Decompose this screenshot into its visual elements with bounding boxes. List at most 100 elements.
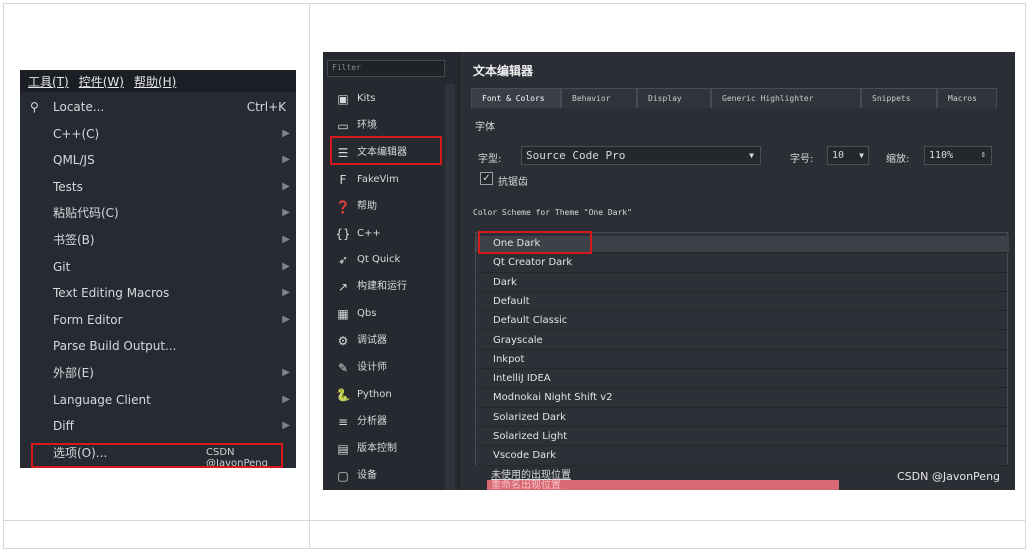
options-dialog: Filter ▣ Kits ▭ 环境 ☰ 文本编辑器 F FakeVim ❓ 帮助{} C++ ➶ Qt…: [323, 52, 1015, 490]
menu-item-label: Text Editing Macros: [53, 286, 170, 301]
sidebar-icon: ✎: [337, 361, 349, 375]
menu-git-item[interactable]: Git ▶: [20, 254, 296, 280]
tab[interactable]: Display: [637, 88, 711, 108]
divider: [309, 3, 310, 549]
menu-form-editor-item[interactable]: Form Editor ▶: [20, 307, 296, 333]
sidebar-item[interactable]: {} C++: [329, 221, 445, 247]
scheme-option[interactable]: Solarized Dark: [476, 408, 1009, 427]
sidebar-item[interactable]: ↗ 构建和运行: [329, 274, 445, 300]
tab[interactable]: Behavior: [561, 88, 637, 108]
sidebar-item[interactable]: F FakeVim: [329, 167, 445, 193]
sidebar-icon: ▭: [337, 118, 349, 133]
sidebar-item-label: 调试器: [357, 335, 387, 347]
font-size-combo[interactable]: 10 ▼: [827, 146, 869, 165]
sidebar-item[interactable]: ▭ 环境: [329, 113, 445, 139]
sidebar-item-label: Kits: [357, 93, 376, 104]
menu-item-label: QML/JS: [53, 153, 95, 168]
menu-item-label: 外部(E): [53, 366, 94, 380]
options-sidebar: Filter ▣ Kits ▭ 环境 ☰ 文本编辑器 F FakeVim ❓ 帮助{} C++ ➶ Qt…: [323, 52, 460, 490]
menu-help[interactable]: 帮助(H): [134, 73, 176, 89]
menu-locate-item[interactable]: ⚲ Locate... Ctrl+K: [20, 94, 296, 120]
highlight-box: [330, 136, 442, 165]
sidebar-item[interactable]: ⚙ 调试器: [329, 328, 445, 354]
rename-occurrence-label: 重命名出现位置: [487, 480, 839, 490]
scheme-option[interactable]: Vscode Dark: [476, 446, 1009, 466]
sidebar-icon: ↗: [337, 280, 349, 295]
sidebar-icon: F: [339, 172, 347, 187]
menu-paste-code-item[interactable]: 粘贴代码(C) ▶: [20, 200, 296, 226]
antialias-checkbox[interactable]: ✓: [480, 172, 493, 185]
submenu-arrow-icon: ▶: [282, 180, 290, 192]
menu-tests-item[interactable]: Tests ▶: [20, 174, 296, 200]
menu-language-client-item[interactable]: Language Client ▶: [20, 387, 296, 413]
sidebar-item-label: 设计师: [357, 362, 387, 373]
menu-text-editing-macros-item[interactable]: Text Editing Macros ▶: [20, 280, 296, 306]
chevron-down-icon: ▼: [749, 151, 754, 160]
sidebar-item[interactable]: ▣ Kits: [329, 86, 445, 112]
sidebar-scrollbar[interactable]: [445, 84, 455, 490]
font-size-value: 10: [832, 150, 845, 161]
zoom-spinbox[interactable]: 110% ⇕: [924, 146, 992, 165]
divider: [3, 520, 309, 521]
font-family-combo[interactable]: Source Code Pro ▼: [521, 146, 761, 165]
scheme-label: Color Scheme for Theme "One Dark": [473, 208, 632, 217]
sidebar-icon: 🐍: [335, 387, 351, 402]
menu-item-label: Form Editor: [53, 312, 123, 327]
scheme-option[interactable]: Inkpot: [476, 350, 1009, 370]
scheme-option[interactable]: Solarized Light: [476, 427, 1009, 447]
scheme-option[interactable]: Modnokai Night Shift v2: [476, 388, 1009, 408]
sidebar-item[interactable]: ▤ 版本控制: [329, 436, 445, 462]
chevron-down-icon: ▼: [859, 151, 864, 160]
menu-tools[interactable]: 工具(T): [28, 73, 69, 89]
sidebar-item-label: 构建和运行: [357, 281, 407, 293]
watermark: CSDN @JavonPeng: [897, 470, 1001, 483]
filter-input[interactable]: Filter: [327, 60, 445, 77]
submenu-arrow-icon: ▶: [282, 260, 290, 272]
menu-bar: 工具(T) 控件(W) 帮助(H): [20, 70, 296, 92]
scheme-option[interactable]: Qt Creator Dark: [476, 253, 1009, 273]
menu-cpp-item[interactable]: C++(C) ▶: [20, 121, 296, 147]
sidebar-item[interactable]: ➶ Qt Quick: [329, 247, 445, 273]
sidebar-item[interactable]: ❓ 帮助: [329, 194, 445, 220]
scheme-option[interactable]: Grayscale: [476, 331, 1009, 350]
menu-item-label: Git: [53, 259, 71, 274]
menu-external-item[interactable]: 外部(E) ▶: [20, 360, 296, 386]
font-family-value: Source Code Pro: [526, 149, 626, 162]
sidebar-item-label: 版本控制: [357, 442, 397, 454]
menu-bookmarks-item[interactable]: 书签(B) ▶: [20, 227, 296, 253]
divider: [309, 520, 1026, 521]
scheme-option[interactable]: Default Classic: [476, 311, 1009, 331]
submenu-arrow-icon: ▶: [282, 234, 290, 245]
sidebar-item[interactable]: ✎ 设计师: [329, 355, 445, 381]
tab[interactable]: Macros: [937, 88, 997, 108]
sidebar-icon: ▤: [337, 441, 349, 456]
menu-item-label: Locate...: [53, 100, 105, 114]
scheme-option[interactable]: Default: [476, 292, 1009, 312]
highlight-box: [31, 443, 283, 468]
submenu-arrow-icon: ▶: [282, 367, 290, 378]
submenu-arrow-icon: ▶: [282, 393, 290, 405]
sidebar-item[interactable]: ≡ 分析器: [329, 409, 445, 435]
tab[interactable]: Snippets: [861, 88, 937, 108]
sidebar-icon: ❓: [335, 199, 351, 214]
scheme-option[interactable]: IntelliJ IDEA: [476, 369, 1009, 389]
menu-diff-item[interactable]: Diff ▶: [20, 413, 296, 439]
sidebar-icon: ➶: [337, 253, 349, 268]
sidebar-item[interactable]: ▦ Qbs: [329, 301, 445, 327]
tab[interactable]: Font & Colors: [471, 88, 561, 108]
tab[interactable]: Generic Highlighter: [711, 88, 861, 108]
menu-parse-build-output-item[interactable]: Parse Build Output...: [20, 333, 296, 359]
page-title: 文本编辑器: [473, 64, 534, 78]
submenu-arrow-icon: ▶: [282, 287, 290, 299]
sidebar-item[interactable]: 🐍 Python: [329, 382, 445, 408]
sidebar-item[interactable]: ▢ 设备: [329, 463, 445, 489]
menu-controls[interactable]: 控件(W): [79, 73, 124, 89]
tab-bar: Font & Colors Behavior Display Generic High…: [471, 88, 1015, 108]
menu-qmljs-item[interactable]: QML/JS ▶: [20, 147, 296, 173]
color-scheme-list[interactable]: One Dark Qt Creator Dark Dark Default Defaul…: [475, 234, 1009, 466]
spin-arrows-icon[interactable]: ⇕: [981, 147, 986, 164]
highlight-box: [478, 231, 592, 254]
options-main: 文本编辑器 Font & Colors Behavior Display Generi…: [463, 52, 1015, 490]
font-section-label: 字体: [475, 122, 495, 133]
scheme-option[interactable]: Dark: [476, 273, 1009, 292]
